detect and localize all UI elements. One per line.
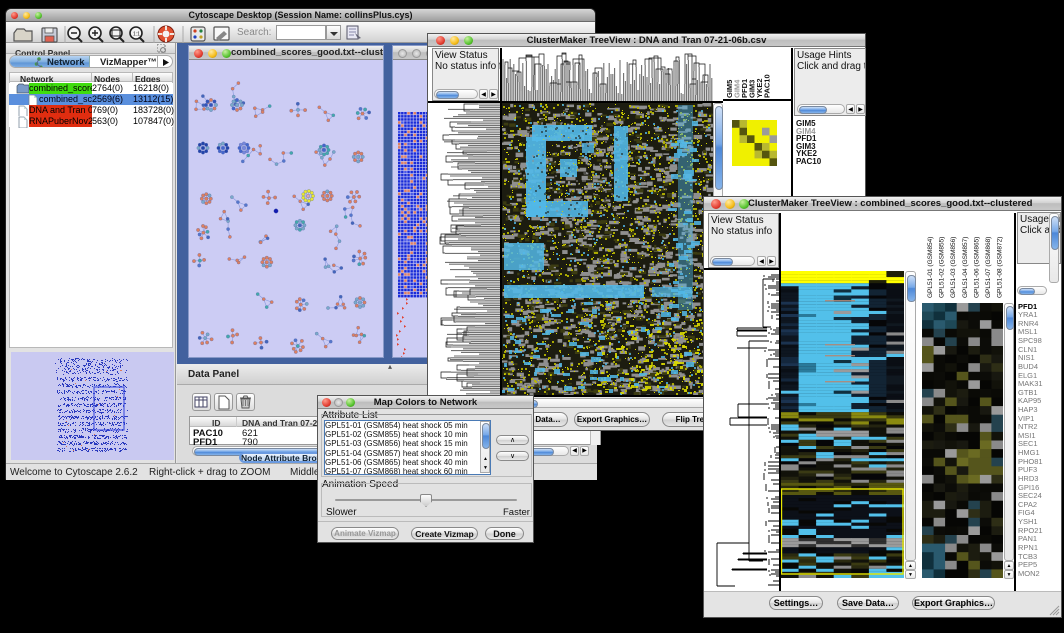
- svg-text:GPL51-06 (GSM865): GPL51-06 (GSM865): [973, 237, 980, 298]
- svg-text:GPL51-02 (GSM855): GPL51-02 (GSM855): [939, 237, 946, 298]
- svg-text:GPL51-07 (GSM868): GPL51-07 (GSM868): [985, 237, 992, 298]
- svg-text:GPL51-04 (GSM857): GPL51-04 (GSM857): [962, 237, 969, 298]
- svg-text:PAC10: PAC10: [763, 74, 772, 98]
- svg-text:GPL51-01 (GSM854): GPL51-01 (GSM854): [927, 237, 934, 298]
- svg-text:1:1: 1:1: [133, 32, 140, 38]
- svg-text:GPL51-03 (GSM856): GPL51-03 (GSM856): [950, 237, 957, 298]
- svg-text:GPL51-08 (GSM872): GPL51-08 (GSM872): [997, 237, 1004, 298]
